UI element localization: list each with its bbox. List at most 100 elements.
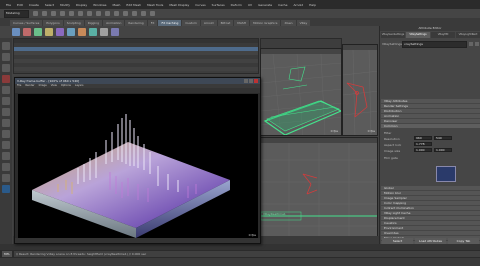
node-name-field[interactable]: vraySettings <box>402 40 467 48</box>
menu-item-help[interactable]: Help <box>309 3 316 7</box>
paint-select-icon[interactable] <box>2 64 10 72</box>
viewport-top[interactable]: 0 fps <box>260 48 342 136</box>
select-tool-icon[interactable] <box>2 42 10 50</box>
ae-tab-vraymtl[interactable]: VRayMtl <box>431 32 455 38</box>
section-global[interactable]: Global <box>381 186 480 190</box>
snap-curve-icon[interactable] <box>114 11 119 16</box>
menu-item-select[interactable]: Select <box>45 3 54 7</box>
device-aspect-field[interactable]: 1.000 <box>434 148 452 152</box>
scale-tool-icon[interactable] <box>2 97 10 105</box>
layout-graph-icon[interactable] <box>2 152 10 160</box>
section-environment[interactable]: Environment <box>381 226 480 230</box>
section-indirect-illumination[interactable]: Indirect illumination <box>381 206 480 210</box>
section-light-cache[interactable]: VRay Light Cache <box>381 211 480 215</box>
open-scene-icon[interactable] <box>42 11 47 16</box>
layout-two-icon[interactable] <box>2 130 10 138</box>
menu-item-generate[interactable]: Generate <box>258 3 272 7</box>
save-scene-icon[interactable] <box>51 11 56 16</box>
maximize-icon[interactable] <box>249 79 253 83</box>
menu-item-windows[interactable]: Windows <box>93 3 106 7</box>
layout-persp-icon[interactable] <box>2 174 10 182</box>
section-animation[interactable]: Animation <box>381 114 480 118</box>
section-motion-blur[interactable]: Motion blur <box>381 191 480 195</box>
select-object-icon[interactable] <box>87 11 92 16</box>
layout-outliner-icon[interactable] <box>2 141 10 149</box>
undo-icon[interactable] <box>60 11 65 16</box>
shelf-light-icon[interactable] <box>23 28 31 36</box>
pixel-aspect-field[interactable]: 1.000 <box>414 148 432 152</box>
width-field[interactable]: 960 <box>414 136 432 140</box>
focus-icon[interactable] <box>469 42 473 46</box>
section-vray-attributes[interactable]: VRay Attributes <box>381 99 480 103</box>
menu-item-edit[interactable]: Edit <box>17 3 23 7</box>
ipr-render-icon[interactable] <box>141 11 146 16</box>
shelf-cube-icon[interactable] <box>56 28 64 36</box>
ae-tab-vraysettings[interactable]: VRaySettings <box>406 32 430 38</box>
new-scene-icon[interactable] <box>33 11 38 16</box>
mode-dropdown[interactable]: Modeling <box>4 9 29 18</box>
section-render-settings[interactable]: Render Settings <box>381 104 480 108</box>
menu-item-curves[interactable]: Curves <box>195 3 205 7</box>
menu-item-file[interactable]: File <box>6 3 11 7</box>
menu-item-arnold[interactable]: Arnold <box>293 3 303 7</box>
section-image-sampler[interactable]: Image Sampler <box>381 196 480 200</box>
menu-item-create[interactable]: Create <box>29 3 39 7</box>
vfb-render-view[interactable] <box>18 94 258 240</box>
section-caustics[interactable]: Caustics <box>381 221 480 225</box>
move-tool-icon[interactable] <box>2 75 10 83</box>
menu-item-modify[interactable]: Modify <box>60 3 70 7</box>
section-distribution[interactable]: Distribution <box>381 109 480 113</box>
layout-custom-icon[interactable] <box>2 185 10 193</box>
aspect-lock-label: Aspect lock <box>384 143 402 147</box>
snap-grid-icon[interactable] <box>105 11 110 16</box>
layout-hypershade-icon[interactable] <box>2 163 10 171</box>
select-hierarchy-icon[interactable] <box>78 11 83 16</box>
shelf-material-icon[interactable] <box>34 28 42 36</box>
aspect-field[interactable]: 1.778 <box>414 142 432 146</box>
menu-item-surfaces[interactable]: Surfaces <box>212 3 225 7</box>
menu-item-display[interactable]: Display <box>76 3 87 7</box>
section-displacement[interactable]: Displacement <box>381 216 480 220</box>
section-denoiser[interactable]: Denoiser <box>381 119 480 123</box>
section-overrides[interactable]: Overrides <box>381 231 480 235</box>
render-settings-icon[interactable] <box>150 11 155 16</box>
close-icon[interactable] <box>254 79 258 83</box>
shelf-plane-icon[interactable] <box>67 28 75 36</box>
viewport-side[interactable]: VRayRealtime1 0 fps <box>260 137 378 244</box>
viewport-perspective-fps: 0 fps <box>367 129 375 133</box>
lasso-tool-icon[interactable] <box>2 53 10 61</box>
render-icon[interactable] <box>132 11 137 16</box>
menu-item-uv[interactable]: UV <box>248 3 252 7</box>
shelf-proxy-icon[interactable] <box>111 28 119 36</box>
menu-item-mesh-display[interactable]: Mesh Display <box>169 3 189 7</box>
height-field[interactable]: 540 <box>434 136 452 140</box>
shelf-render-icon[interactable] <box>12 28 20 36</box>
menu-item-deform[interactable]: Deform <box>231 3 242 7</box>
presets-icon[interactable] <box>475 42 479 46</box>
menu-item-edit-mesh[interactable]: Edit Mesh <box>126 3 141 7</box>
heightfield-render <box>32 114 230 238</box>
menu-item-mesh[interactable]: Mesh <box>113 3 121 7</box>
ae-tab-vraygeo[interactable]: VRayGeoSettings <box>381 32 405 38</box>
snap-point-icon[interactable] <box>123 11 128 16</box>
rotate-tool-icon[interactable] <box>2 86 10 94</box>
mel-label[interactable]: MEL <box>2 251 12 257</box>
ae-tab-vraylight[interactable]: VRayLightRect <box>456 32 480 38</box>
menu-item-cache[interactable]: Cache <box>278 3 287 7</box>
menu-item-mesh-tools[interactable]: Mesh Tools <box>147 3 163 7</box>
section-common[interactable]: Common <box>381 124 480 128</box>
layout-four-icon[interactable] <box>2 119 10 127</box>
color-swatch[interactable] <box>436 166 456 182</box>
shelf-vfb-icon[interactable] <box>100 28 108 36</box>
layout-single-icon[interactable] <box>2 108 10 116</box>
shelf-camera-icon[interactable] <box>78 28 86 36</box>
minimize-icon[interactable] <box>244 79 248 83</box>
shelf-sphere-icon[interactable] <box>45 28 53 36</box>
attribute-editor-tabs: VRayGeoSettings VRaySettings VRayMtl VRa… <box>381 32 480 38</box>
redo-icon[interactable] <box>69 11 74 16</box>
select-component-icon[interactable] <box>96 11 101 16</box>
viewport-perspective[interactable]: 0 fps <box>342 44 378 136</box>
section-color-mapping[interactable]: Color mapping <box>381 201 480 205</box>
attribute-spreadsheet-panel <box>13 38 259 74</box>
shelf-dome-light-icon[interactable] <box>89 28 97 36</box>
